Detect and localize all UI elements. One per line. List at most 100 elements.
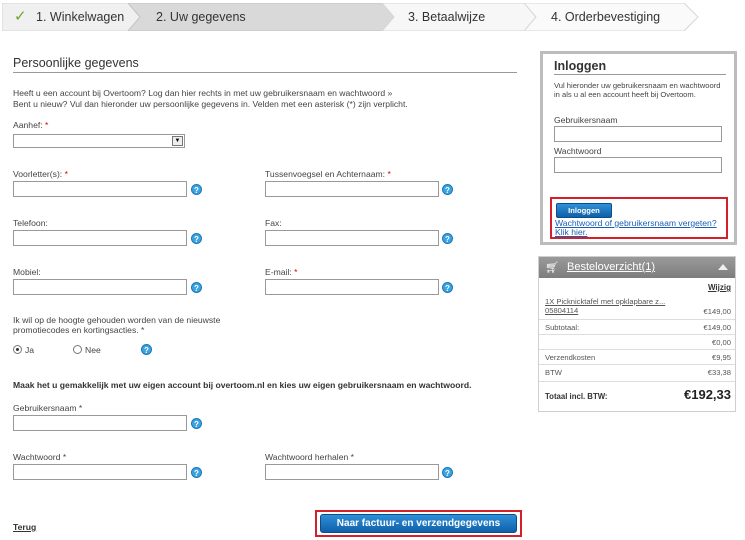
- divider: [539, 334, 735, 335]
- label-text: Wachtwoord herhalen: [265, 452, 349, 462]
- subtotal-label: Subtotaal:: [545, 323, 580, 332]
- product-code[interactable]: 05804114: [545, 306, 685, 316]
- required-mark: *: [78, 403, 83, 413]
- required-mark: *: [387, 169, 391, 179]
- divider: [539, 349, 735, 350]
- checkout-steps: ✓ 1. Winkelwagen 2. Uw gegevens 3. Betaa…: [0, 0, 745, 34]
- telefoon-input[interactable]: [13, 230, 187, 246]
- help-icon[interactable]: ?: [191, 233, 202, 244]
- step-number: 1.: [36, 10, 47, 24]
- mobiel-input[interactable]: [13, 279, 187, 295]
- help-icon[interactable]: ?: [191, 184, 202, 195]
- vat-label: BTW: [545, 368, 562, 377]
- help-icon[interactable]: ?: [141, 344, 152, 355]
- login-panel: Inloggen Vul hieronder uw gebruikersnaam…: [540, 51, 737, 245]
- product-link[interactable]: 1X Picknicktafel met opklapbare z... 058…: [545, 297, 685, 316]
- submit-highlight: Naar factuur- en verzendgegevens: [315, 510, 522, 537]
- step-uw-gegevens: 2. Uw gegevens: [128, 3, 398, 31]
- aanhef-label: Aanhef: *: [13, 120, 48, 130]
- radio-ja-label[interactable]: Ja: [25, 345, 34, 355]
- label-text: E-mail:: [265, 267, 292, 277]
- back-link[interactable]: Terug: [13, 522, 36, 532]
- fax-input[interactable]: [265, 230, 439, 246]
- step-orderbevestiging: 4. Orderbevestiging: [524, 3, 700, 31]
- shipping-value: €9,95: [711, 353, 731, 362]
- label-text: Voorletter(s):: [13, 169, 63, 179]
- radio-nee[interactable]: [73, 345, 82, 354]
- edit-link[interactable]: Wijzig: [708, 283, 731, 292]
- required-mark: *: [294, 267, 298, 277]
- help-icon[interactable]: ?: [442, 233, 453, 244]
- order-title[interactable]: Besteloverzicht(1): [567, 261, 655, 273]
- label-text: Aanhef:: [13, 120, 43, 130]
- login-user-input[interactable]: [554, 126, 722, 142]
- step-winkelwagen[interactable]: ✓ 1. Winkelwagen: [2, 3, 140, 31]
- step-number: 3.: [408, 10, 419, 24]
- extra-value: €0,00: [711, 338, 731, 347]
- aanhef-select[interactable]: ▼: [13, 134, 185, 148]
- email-field[interactable]: [265, 279, 439, 295]
- divider: [539, 364, 735, 365]
- cart-icon: 🛒︎: [545, 262, 559, 274]
- voorletters-label: Voorletter(s): *: [13, 169, 68, 179]
- voorletters-input[interactable]: [13, 181, 187, 197]
- login-pass-label: Wachtwoord: [554, 146, 602, 156]
- promo-line: promotiecodes en kortingsacties.: [13, 325, 139, 335]
- product-row: 1X Picknicktafel met opklapbare z... 058…: [545, 297, 731, 316]
- forgot-password-link[interactable]: Wachtwoord of gebruikersnaam vergeten? K…: [555, 219, 729, 237]
- required-mark: *: [62, 452, 67, 462]
- help-icon[interactable]: ?: [442, 282, 453, 293]
- required-mark: *: [141, 325, 145, 335]
- wachtwoord-herhalen-label: Wachtwoord herhalen *: [265, 452, 354, 462]
- gebruikersnaam-input[interactable]: [13, 415, 187, 431]
- help-icon[interactable]: ?: [191, 418, 202, 429]
- order-overview: 🛒︎ Besteloverzicht(1) Wijzig 1X Picknick…: [538, 256, 736, 412]
- vat-value: €33,38: [707, 368, 731, 377]
- submit-button[interactable]: Naar factuur- en verzendgegevens: [320, 514, 517, 533]
- required-mark: *: [64, 169, 68, 179]
- help-icon[interactable]: ?: [442, 184, 453, 195]
- total-value: €192,33: [684, 387, 731, 402]
- login-pass-input[interactable]: [554, 157, 722, 173]
- achternaam-input[interactable]: [265, 181, 439, 197]
- step-number: 2.: [156, 10, 167, 24]
- radio-ja[interactable]: [13, 345, 22, 354]
- wachtwoord-herhalen-input[interactable]: [265, 464, 439, 480]
- section-title: Persoonlijke gegevens: [13, 56, 139, 70]
- label-text: Tussenvoegsel en Achternaam:: [265, 169, 386, 179]
- intro-text: Heeft u een account bij Overtoom? Log da…: [13, 88, 453, 109]
- account-note: Maak het u gemakkelijk met uw eigen acco…: [13, 380, 472, 390]
- help-icon[interactable]: ?: [191, 467, 202, 478]
- total-label: Totaal incl. BTW:: [545, 392, 608, 401]
- label-text: Wachtwoord: [13, 452, 61, 462]
- collapse-icon[interactable]: [718, 264, 728, 270]
- required-mark: *: [350, 452, 355, 462]
- login-button[interactable]: Inloggen: [556, 203, 612, 218]
- radio-nee-label[interactable]: Nee: [85, 345, 101, 355]
- login-intro: Vul hieronder uw gebruikersnaam en wacht…: [554, 81, 721, 99]
- chevron-down-icon[interactable]: ▼: [172, 136, 183, 146]
- intro-line: Heeft u een account bij Overtoom? Log da…: [13, 88, 393, 98]
- intro-line: Bent u nieuw? Vul dan hieronder uw perso…: [13, 98, 408, 109]
- fax-label: Fax:: [265, 218, 282, 228]
- wachtwoord-label: Wachtwoord *: [13, 452, 66, 462]
- divider: [554, 74, 726, 75]
- divider: [539, 381, 735, 382]
- telefoon-label: Telefoon:: [13, 218, 48, 228]
- help-icon[interactable]: ?: [191, 282, 202, 293]
- login-title: Inloggen: [554, 59, 607, 73]
- step-label: Winkelwagen: [49, 10, 125, 24]
- required-mark: *: [45, 120, 49, 130]
- divider: [13, 72, 517, 73]
- wachtwoord-input[interactable]: [13, 464, 187, 480]
- gebruikersnaam-label: Gebruikersnaam *: [13, 403, 82, 413]
- order-header[interactable]: 🛒︎ Besteloverzicht(1): [539, 257, 735, 278]
- promo-line: Ik wil op de hoogte gehouden worden van …: [13, 315, 221, 325]
- step-number: 4.: [551, 10, 562, 24]
- mobiel-label: Mobiel:: [13, 267, 41, 277]
- forgot-line[interactable]: Klik hier.: [555, 228, 729, 237]
- help-icon[interactable]: ?: [442, 467, 453, 478]
- check-icon: ✓: [14, 8, 27, 25]
- product-price: €149,00: [703, 307, 731, 316]
- promo-label: Ik wil op de hoogte gehouden worden van …: [13, 315, 220, 335]
